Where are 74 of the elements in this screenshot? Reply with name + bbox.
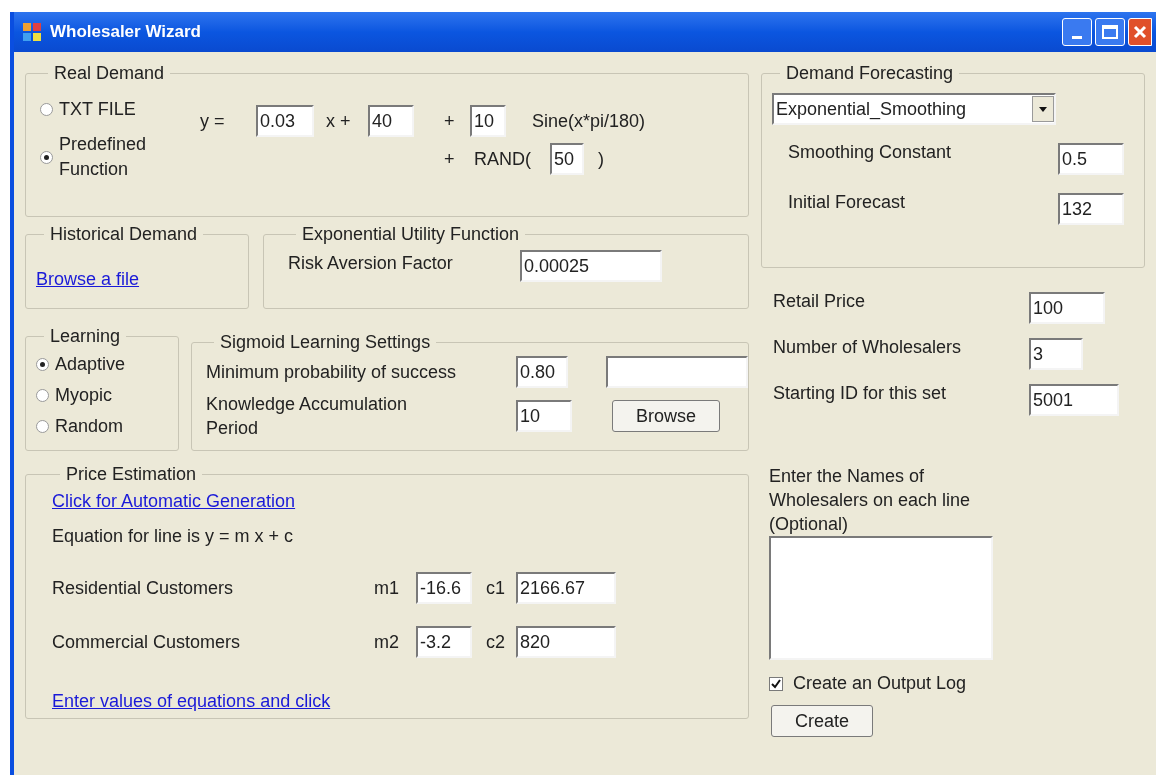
create-button[interactable]: Create [771,705,873,737]
minimize-button[interactable] [1062,18,1092,46]
equation-label: ) [598,147,604,171]
number-field[interactable]: 5001 [1029,384,1119,416]
browse-button[interactable]: Browse [612,400,720,432]
row-label: Commercial Customers [52,630,242,654]
intercept-field[interactable]: 820 [516,626,616,658]
close-button[interactable] [1128,18,1152,46]
maximize-button[interactable] [1095,18,1125,46]
window-title: Wholesaler Wizard [50,21,201,44]
coefficient-label: c2 [486,630,506,654]
field-label: Number of Wholesalers [773,336,963,359]
slope-field[interactable]: 0.03 [256,105,314,137]
radio-label: Predefined Function [59,133,148,181]
radio-button[interactable] [40,150,53,164]
group-title: Demand Forecasting [785,62,955,85]
period-field[interactable]: 10 [516,400,572,432]
checkbox-label: Create an Output Log [793,672,967,695]
radio-button[interactable] [40,103,53,116]
coefficient-label: m2 [374,630,400,654]
coefficient-label: m1 [374,576,400,600]
radio-label: Random [55,415,124,438]
field-label: Starting ID for this set [773,382,948,405]
equation-label: x + [326,109,352,133]
automatic-generation-link[interactable]: Click for Automatic Generation [52,491,296,511]
field-label: Risk Aversion Factor [288,252,454,275]
group-title: Sigmoid Learning Settings [219,331,432,354]
group-title: Historical Demand [49,223,199,246]
app-icon [22,22,42,42]
field-label: Initial Forecast [788,191,906,214]
radio-label: Myopic [55,384,112,407]
random-field[interactable]: 50 [550,143,584,175]
slope-field[interactable]: -16.6 [416,572,472,604]
equation-label: Sine(x*pi/180) [532,109,646,133]
method-dropdown[interactable]: Exponential_Smoothing [772,93,1056,125]
minimize-icon [1072,36,1082,39]
probability-field[interactable]: 0.80 [516,356,568,388]
field-label: Smoothing Constant [788,141,952,164]
equation-text: Equation for line is y = m x + c [52,525,295,548]
close-icon [1133,25,1147,39]
radio-button[interactable] [36,420,49,433]
slope-field[interactable]: -3.2 [416,626,472,658]
equation-label: + [444,147,456,171]
risk-aversion-field[interactable]: 0.00025 [520,250,662,282]
group-title: Learning [49,325,122,348]
number-field[interactable]: 132 [1058,193,1124,225]
coefficient-label: c1 [486,576,506,600]
maximize-icon [1102,25,1118,39]
field-label: Knowledge Accumulation Period [206,393,409,440]
group-title: Price Estimation [65,463,198,486]
checkbox[interactable] [769,676,783,691]
browse-file-link[interactable]: Browse a file [36,269,140,289]
radio-button[interactable] [36,358,49,371]
group-title: Real Demand [53,62,166,85]
field-label: Retail Price [773,290,867,313]
intercept-field[interactable]: 40 [368,105,414,137]
text-field[interactable] [606,356,748,388]
number-field[interactable]: 3 [1029,338,1083,370]
intercept-field[interactable]: 2166.67 [516,572,616,604]
radio-label: Adaptive [55,353,126,376]
equation-label: RAND( [474,147,532,171]
amplitude-field[interactable]: 10 [470,105,506,137]
radio-button[interactable] [36,389,49,402]
equation-label: + [444,109,456,133]
names-textarea[interactable] [769,536,993,660]
group-title: Exponential Utility Function [301,223,521,246]
number-field[interactable]: 0.5 [1058,143,1124,175]
equation-label: y = [200,109,226,133]
radio-label: TXT FILE [59,98,136,121]
number-field[interactable]: 100 [1029,292,1105,324]
instruction-text: Enter the Names of Wholesalers on each line (Optional) [769,465,972,536]
row-label: Residential Customers [52,576,235,600]
field-label: Minimum probability of success [206,360,458,384]
enter-values-link[interactable]: Enter values of equations and click [52,691,331,711]
